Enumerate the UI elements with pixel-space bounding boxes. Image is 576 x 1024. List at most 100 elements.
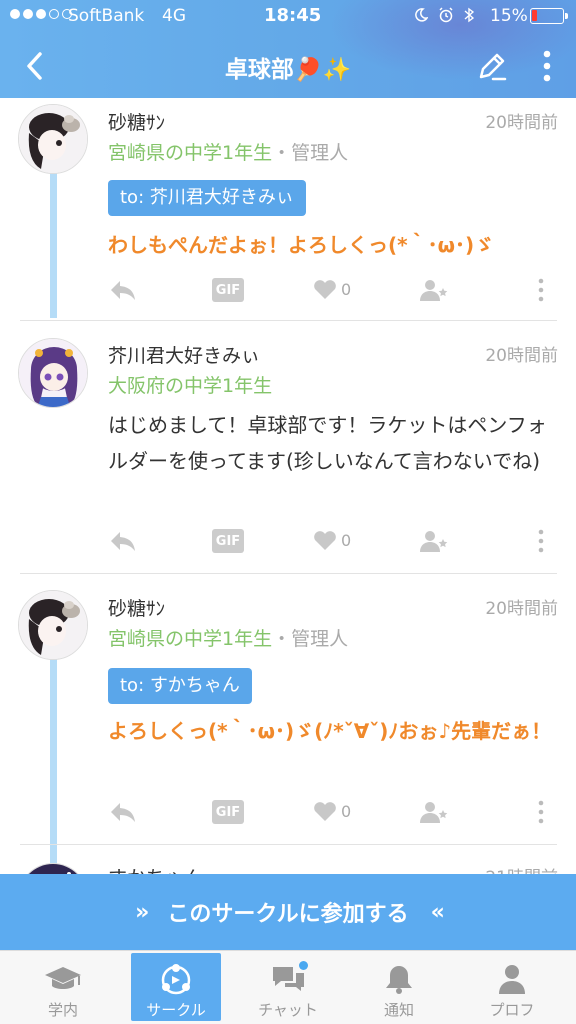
reply-button[interactable] bbox=[108, 529, 138, 553]
avatar-image bbox=[19, 105, 87, 173]
tab-notifications[interactable]: 通知 bbox=[354, 953, 444, 1021]
tab-circle[interactable]: サークル bbox=[131, 953, 221, 1021]
pencil-edit-icon bbox=[479, 53, 507, 81]
bluetooth-icon bbox=[464, 7, 474, 23]
gif-button[interactable]: GIF bbox=[212, 529, 244, 553]
post-author[interactable]: すかちゃん bbox=[108, 863, 203, 874]
signal-strength bbox=[10, 9, 72, 19]
tab-profile[interactable]: プロフ bbox=[467, 953, 557, 1021]
post-more-button[interactable] bbox=[538, 529, 544, 553]
post-more-button[interactable] bbox=[538, 800, 544, 824]
like-count: 0 bbox=[341, 530, 352, 550]
reply-button[interactable] bbox=[108, 800, 138, 824]
join-circle-button[interactable]: » このサークルに参加する « bbox=[0, 874, 576, 950]
gif-icon: GIF bbox=[212, 278, 244, 302]
tab-label: 学内 bbox=[47, 1001, 78, 1019]
like-count: 0 bbox=[341, 279, 352, 299]
follow-button[interactable] bbox=[418, 529, 450, 553]
gif-icon: GIF bbox=[212, 800, 244, 824]
post-body: わしもぺんだよぉ！よろしくっ(*｀･ω･)ゞ bbox=[108, 233, 495, 257]
avatar-image bbox=[19, 339, 87, 407]
avatar[interactable] bbox=[18, 863, 88, 874]
reply-arrow-icon bbox=[111, 803, 135, 822]
school-text: 大阪府の中学1年生 bbox=[108, 375, 273, 397]
post-body: よろしくっ(*｀･ω･)ゞ(ﾉ*ˇ∀ˇ)ﾉおぉ♪先輩だぁ！ bbox=[108, 719, 552, 743]
double-chevron-right-icon: » bbox=[135, 899, 149, 925]
compose-button[interactable] bbox=[470, 44, 514, 88]
app-header: SoftBank 4G 18:45 15% 卓球部🏓✨ bbox=[0, 0, 576, 98]
post-time: 21時間前 bbox=[485, 863, 558, 874]
more-vertical-icon bbox=[543, 50, 551, 82]
graduation-cap-icon bbox=[45, 967, 81, 989]
follow-button[interactable] bbox=[418, 800, 450, 824]
avatar[interactable] bbox=[18, 338, 88, 408]
reply-to-tag[interactable]: to: 芥川君大好きみぃ bbox=[108, 180, 306, 216]
user-star-icon bbox=[420, 280, 448, 301]
role-badge: ・管理人 bbox=[272, 628, 349, 650]
post-author[interactable]: 砂糖ｻﾝ bbox=[108, 108, 165, 135]
more-options-button[interactable] bbox=[530, 44, 564, 88]
status-icons bbox=[414, 7, 474, 23]
post-actions: GIF 0 bbox=[108, 278, 558, 308]
post-author[interactable]: 芥川君大好きみぃ bbox=[108, 341, 260, 368]
more-vertical-icon bbox=[538, 800, 544, 824]
unread-badge bbox=[299, 961, 308, 970]
bell-icon bbox=[386, 966, 412, 994]
carrier-name: SoftBank bbox=[68, 6, 145, 26]
tab-label: チャット bbox=[258, 1001, 318, 1019]
reply-arrow-icon bbox=[111, 532, 135, 551]
like-count: 0 bbox=[341, 801, 352, 821]
more-vertical-icon bbox=[538, 278, 544, 302]
tab-bar: 学内 サークル チャット 通知 プロフ bbox=[0, 950, 576, 1024]
reply-to-tag[interactable]: to: すかちゃん bbox=[108, 668, 252, 704]
post-item: 芥川君大好きみぃ 20時間前 大阪府の中学1年生 はじめまして！卓球部です！ラケ… bbox=[0, 321, 576, 573]
heart-icon bbox=[314, 531, 336, 550]
post-actions: GIF 0 bbox=[108, 800, 558, 830]
tab-school[interactable]: 学内 bbox=[18, 953, 108, 1021]
user-star-icon bbox=[420, 802, 448, 823]
post-body: はじめまして！卓球部です！ラケットはペンフォルダーを使ってます(珍しいなんて言わ… bbox=[108, 413, 547, 473]
school-text: 宮崎県の中学1年生 bbox=[108, 628, 273, 650]
post-time: 20時間前 bbox=[485, 599, 558, 619]
tab-label: サークル bbox=[146, 1001, 206, 1019]
status-bar: SoftBank 4G 18:45 15% bbox=[0, 0, 576, 32]
battery-percent: 15% bbox=[490, 6, 528, 26]
post-item: 砂糖ｻﾝ 20時間前 宮崎県の中学1年生・管理人 to: すかちゃん よろしくっ… bbox=[0, 574, 576, 844]
post-actions: GIF 0 bbox=[108, 529, 558, 559]
gif-button[interactable]: GIF bbox=[212, 278, 244, 302]
follow-button[interactable] bbox=[418, 278, 450, 302]
network-type: 4G bbox=[162, 6, 186, 26]
post-feed[interactable]: 砂糖ｻﾝ 20時間前 宮崎県の中学1年生・管理人 to: 芥川君大好きみぃ わし… bbox=[0, 98, 576, 874]
join-circle-label: このサークルに参加する bbox=[167, 902, 409, 927]
post-school: 宮崎県の中学1年生・管理人 bbox=[108, 624, 348, 651]
post-school: 宮崎県の中学1年生・管理人 bbox=[108, 138, 348, 165]
clock: 18:45 bbox=[264, 5, 322, 26]
circle-network-icon bbox=[161, 964, 191, 995]
avatar[interactable] bbox=[18, 104, 88, 174]
post-author[interactable]: 砂糖ｻﾝ bbox=[108, 594, 165, 621]
gif-icon: GIF bbox=[212, 529, 244, 553]
tab-chat[interactable]: チャット bbox=[243, 953, 333, 1021]
avatar-image bbox=[19, 591, 87, 659]
more-vertical-icon bbox=[538, 529, 544, 553]
post-item: 砂糖ｻﾝ 20時間前 宮崎県の中学1年生・管理人 to: 芥川君大好きみぃ わし… bbox=[0, 98, 576, 320]
school-text: 宮崎県の中学1年生 bbox=[108, 142, 273, 164]
avatar[interactable] bbox=[18, 590, 88, 660]
post-school: 大阪府の中学1年生 bbox=[108, 371, 272, 398]
heart-icon bbox=[314, 802, 336, 821]
reply-arrow-icon bbox=[111, 281, 135, 300]
post-time: 20時間前 bbox=[485, 113, 558, 133]
like-button[interactable]: 0 bbox=[313, 800, 351, 822]
tab-label: プロフ bbox=[489, 1001, 535, 1019]
heart-icon bbox=[314, 280, 336, 299]
reply-button[interactable] bbox=[108, 278, 138, 302]
post-more-button[interactable] bbox=[538, 278, 544, 302]
gif-button[interactable]: GIF bbox=[212, 800, 244, 824]
like-button[interactable]: 0 bbox=[313, 278, 351, 300]
user-star-icon bbox=[420, 531, 448, 552]
like-button[interactable]: 0 bbox=[313, 529, 351, 551]
alarm-icon bbox=[439, 7, 453, 23]
post-item: すかちゃん 21時間前 bbox=[0, 845, 576, 874]
role-badge: ・管理人 bbox=[272, 142, 349, 164]
avatar-image bbox=[19, 864, 87, 874]
